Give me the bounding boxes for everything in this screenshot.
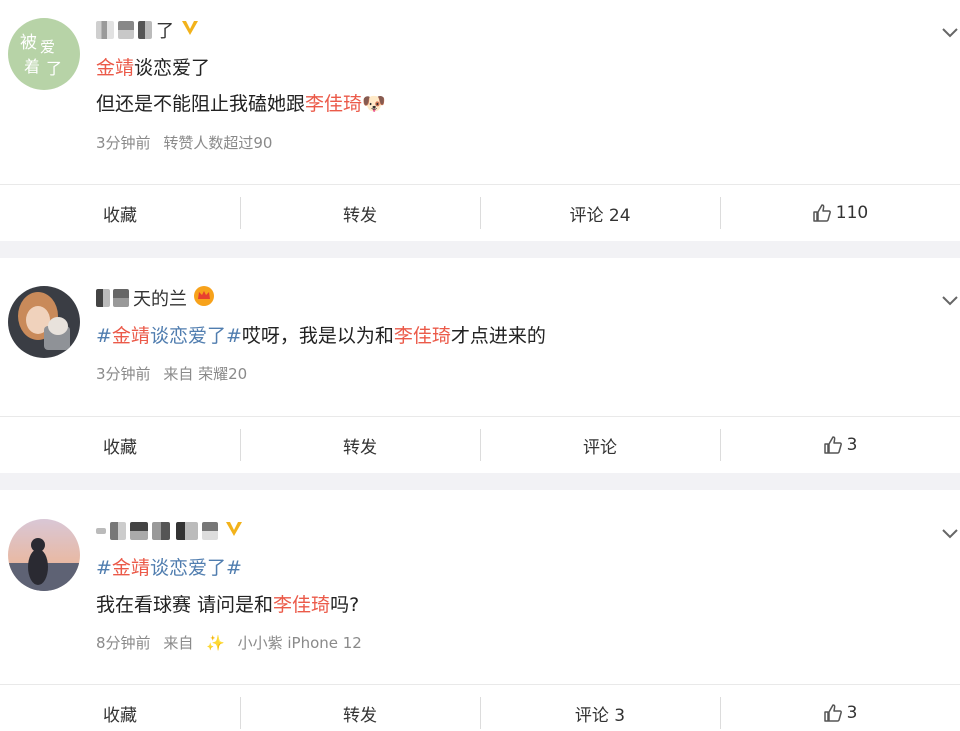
like-button[interactable]: 3 xyxy=(720,417,960,473)
timestamp: 3分钟前 xyxy=(96,134,151,152)
post-text-line: #金靖谈恋爱了#哎呀，我是以为和李佳琦才点进来的 xyxy=(96,321,546,351)
chevron-down-icon[interactable] xyxy=(940,290,960,310)
action-bar: 收藏 转发 评论 24 110 xyxy=(0,184,960,241)
repost-count-note: 转赞人数超过90 xyxy=(163,134,273,152)
post-meta: 3分钟前 转赞人数超过90 xyxy=(96,132,280,153)
topic-hashtag[interactable]: # xyxy=(96,325,112,347)
text-span: 吗? xyxy=(330,594,360,616)
source-device: 来自 荣耀20 xyxy=(163,365,248,383)
topic-hashtag[interactable]: 谈恋爱了# xyxy=(150,325,242,347)
source-device: 小小紫 iPhone 12 xyxy=(237,634,362,652)
post-card: #金靖谈恋爱了# 我在看球赛 请问是和李佳琦吗? 8分钟前 来自 ✨ 小小紫 i… xyxy=(0,490,960,731)
post-text-line: 但还是不能阻止我磕她跟李佳琦🐶 xyxy=(96,89,386,119)
comment-button[interactable]: 评论 3 xyxy=(480,685,720,731)
svg-text:着: 着 xyxy=(24,57,40,76)
comment-label: 评论 3 xyxy=(574,705,626,726)
username[interactable] xyxy=(96,519,244,543)
text-span: 才点进来的 xyxy=(450,325,546,347)
favorite-label: 收藏 xyxy=(103,437,137,458)
sparkle-icon: ✨ xyxy=(206,634,225,652)
text-span: 谈恋爱了 xyxy=(134,57,211,79)
thumbs-up-icon xyxy=(813,204,831,222)
pixelated-name xyxy=(152,522,170,540)
post-text-line: 我在看球赛 请问是和李佳琦吗? xyxy=(96,590,359,620)
text-span: 我在看球赛 请问是和 xyxy=(96,594,274,616)
pixelated-name xyxy=(113,289,129,307)
comment-button[interactable]: 评论 24 xyxy=(480,185,720,241)
username-text: 了 xyxy=(156,21,174,42)
chevron-down-icon[interactable] xyxy=(940,22,960,42)
favorite-label: 收藏 xyxy=(103,205,137,226)
topic-hashtag[interactable]: 谈恋爱了# xyxy=(150,557,242,579)
repost-label: 转发 xyxy=(343,205,377,226)
pixelated-name xyxy=(96,528,106,534)
comment-button[interactable]: 评论 xyxy=(480,417,720,473)
repost-label: 转发 xyxy=(343,437,377,458)
like-count: 110 xyxy=(835,203,869,223)
mention-name[interactable]: 李佳琦 xyxy=(394,325,451,347)
pixelated-name xyxy=(202,522,218,540)
post-meta: 8分钟前 来自 ✨ 小小紫 iPhone 12 xyxy=(96,632,370,653)
post-meta: 3分钟前 来自 荣耀20 xyxy=(96,363,255,384)
avatar[interactable] xyxy=(8,519,80,591)
pixelated-name xyxy=(138,21,152,39)
favorite-label: 收藏 xyxy=(103,705,137,726)
favorite-button[interactable]: 收藏 xyxy=(0,417,240,473)
mention-name[interactable]: 李佳琦 xyxy=(273,594,330,616)
mention-name[interactable]: 李佳琦 xyxy=(305,93,362,115)
thumbs-up-icon xyxy=(823,704,842,722)
like-button[interactable]: 110 xyxy=(720,185,960,241)
post-text-line: 金靖谈恋爱了 xyxy=(96,53,210,83)
pixelated-name xyxy=(118,21,134,39)
chevron-down-icon[interactable] xyxy=(940,523,960,543)
repost-button[interactable]: 转发 xyxy=(240,417,480,473)
post-text-line: #金靖谈恋爱了# xyxy=(96,553,242,583)
pixelated-name xyxy=(130,522,148,540)
action-bar: 收藏 转发 评论 3 3 xyxy=(0,684,960,731)
comment-label: 评论 24 xyxy=(569,205,631,226)
mention-name[interactable]: 金靖 xyxy=(112,325,150,347)
svg-text:了: 了 xyxy=(46,59,62,78)
text-span: 但还是不能阻止我磕她跟 xyxy=(96,93,306,115)
action-bar: 收藏 转发 评论 3 xyxy=(0,416,960,473)
svg-text:爱: 爱 xyxy=(40,38,55,56)
svg-text:被: 被 xyxy=(20,33,37,53)
avatar[interactable] xyxy=(8,286,80,358)
source-prefix: 来自 xyxy=(163,634,194,652)
doge-emoji-icon: 🐶 xyxy=(362,93,386,115)
favorite-button[interactable]: 收藏 xyxy=(0,685,240,731)
vip-v-icon xyxy=(224,520,244,543)
pixelated-name xyxy=(110,522,126,540)
text-span: 哎呀，我是以为和 xyxy=(241,325,394,347)
comment-label: 评论 xyxy=(583,437,617,458)
repost-button[interactable]: 转发 xyxy=(240,685,480,731)
vip-v-icon xyxy=(180,19,200,42)
pixelated-name xyxy=(96,289,110,307)
username-text: 天的兰 xyxy=(133,289,187,310)
pixelated-name xyxy=(176,522,198,540)
mention-name[interactable]: 金靖 xyxy=(96,57,134,79)
favorite-button[interactable]: 收藏 xyxy=(0,185,240,241)
like-count: 3 xyxy=(846,435,858,455)
username[interactable]: 天的兰 xyxy=(96,285,215,312)
thumbs-up-icon xyxy=(823,436,842,454)
comment-feed: 被 爱 着 了 了 金靖谈恋爱了 但还是不能阻止我磕她跟李佳琦🐶 3分钟前 转赞… xyxy=(0,0,960,731)
timestamp: 8分钟前 xyxy=(96,634,151,652)
repost-button[interactable]: 转发 xyxy=(240,185,480,241)
like-button[interactable]: 3 xyxy=(720,685,960,731)
timestamp: 3分钟前 xyxy=(96,365,151,383)
repost-label: 转发 xyxy=(343,705,377,726)
avatar[interactable]: 被 爱 着 了 xyxy=(8,18,80,90)
post-card: 天的兰 #金靖谈恋爱了#哎呀，我是以为和李佳琦才点进来的 3分钟前 来自 荣耀2… xyxy=(0,258,960,473)
post-card: 被 爱 着 了 了 金靖谈恋爱了 但还是不能阻止我磕她跟李佳琦🐶 3分钟前 转赞… xyxy=(0,0,960,241)
like-count: 3 xyxy=(846,703,858,723)
topic-hashtag[interactable]: # xyxy=(96,557,112,579)
mention-name[interactable]: 金靖 xyxy=(112,557,150,579)
username[interactable]: 了 xyxy=(96,18,200,42)
crown-icon xyxy=(193,285,215,312)
pixelated-name xyxy=(96,21,114,39)
